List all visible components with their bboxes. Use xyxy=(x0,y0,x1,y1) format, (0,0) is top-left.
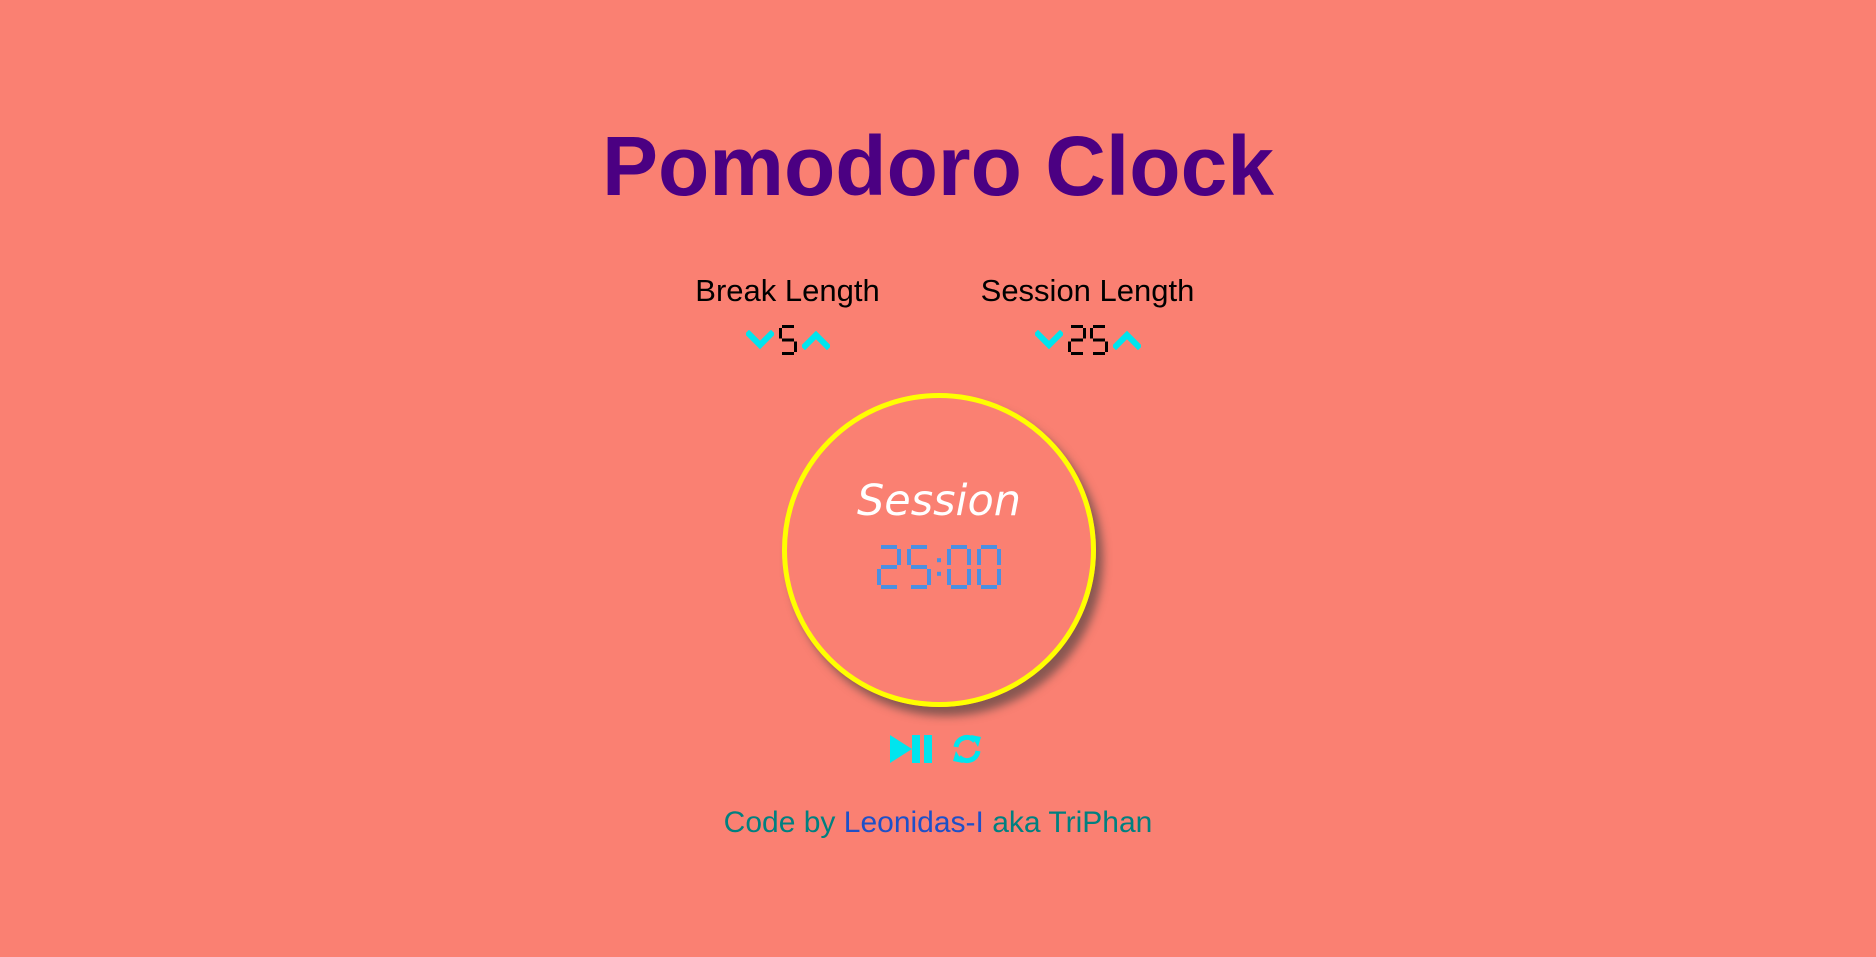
chevron-up-icon xyxy=(1112,330,1141,350)
segment-digit xyxy=(947,545,971,589)
break-increment-button[interactable] xyxy=(801,329,831,351)
segment-digit xyxy=(907,545,931,589)
refresh-icon xyxy=(953,734,981,764)
page-title: Pomodoro Clock xyxy=(601,119,1275,213)
footer-suffix: aka TriPhan xyxy=(992,806,1153,839)
author-link[interactable]: Leonidas-I xyxy=(844,806,984,839)
segment-colon xyxy=(937,558,941,576)
reset-button[interactable] xyxy=(950,732,984,766)
session-length-row xyxy=(942,320,1233,360)
session-length-control: Session Length xyxy=(942,268,1233,360)
break-length-row xyxy=(667,320,908,360)
footer-credit: Code by Leonidas-I aka TriPhan xyxy=(0,803,1876,843)
chevron-down-icon xyxy=(1034,330,1063,350)
segment-digit xyxy=(877,545,901,589)
timer-label: Session xyxy=(856,476,1022,526)
segment-digit xyxy=(1067,325,1086,355)
segment-digit xyxy=(1089,325,1108,355)
session-length-value xyxy=(1067,325,1108,355)
break-length-control: Break Length xyxy=(667,268,908,360)
time-left-display xyxy=(787,545,1091,589)
break-length-label: Break Length xyxy=(695,273,880,308)
session-increment-button[interactable] xyxy=(1112,329,1142,351)
chevron-down-icon xyxy=(745,330,774,350)
segment-digit xyxy=(778,325,797,355)
break-decrement-button[interactable] xyxy=(745,329,775,351)
footer-prefix: Code by xyxy=(723,806,836,839)
session-length-label: Session Length xyxy=(980,273,1195,308)
session-decrement-button[interactable] xyxy=(1034,329,1064,351)
start-stop-button[interactable] xyxy=(888,733,940,765)
play-pause-icon xyxy=(890,735,932,763)
timer-controls xyxy=(888,730,992,768)
segment-digit xyxy=(977,545,1001,589)
chevron-up-icon xyxy=(801,330,830,350)
break-length-value xyxy=(778,325,797,355)
timer-clock: Session xyxy=(782,393,1096,707)
